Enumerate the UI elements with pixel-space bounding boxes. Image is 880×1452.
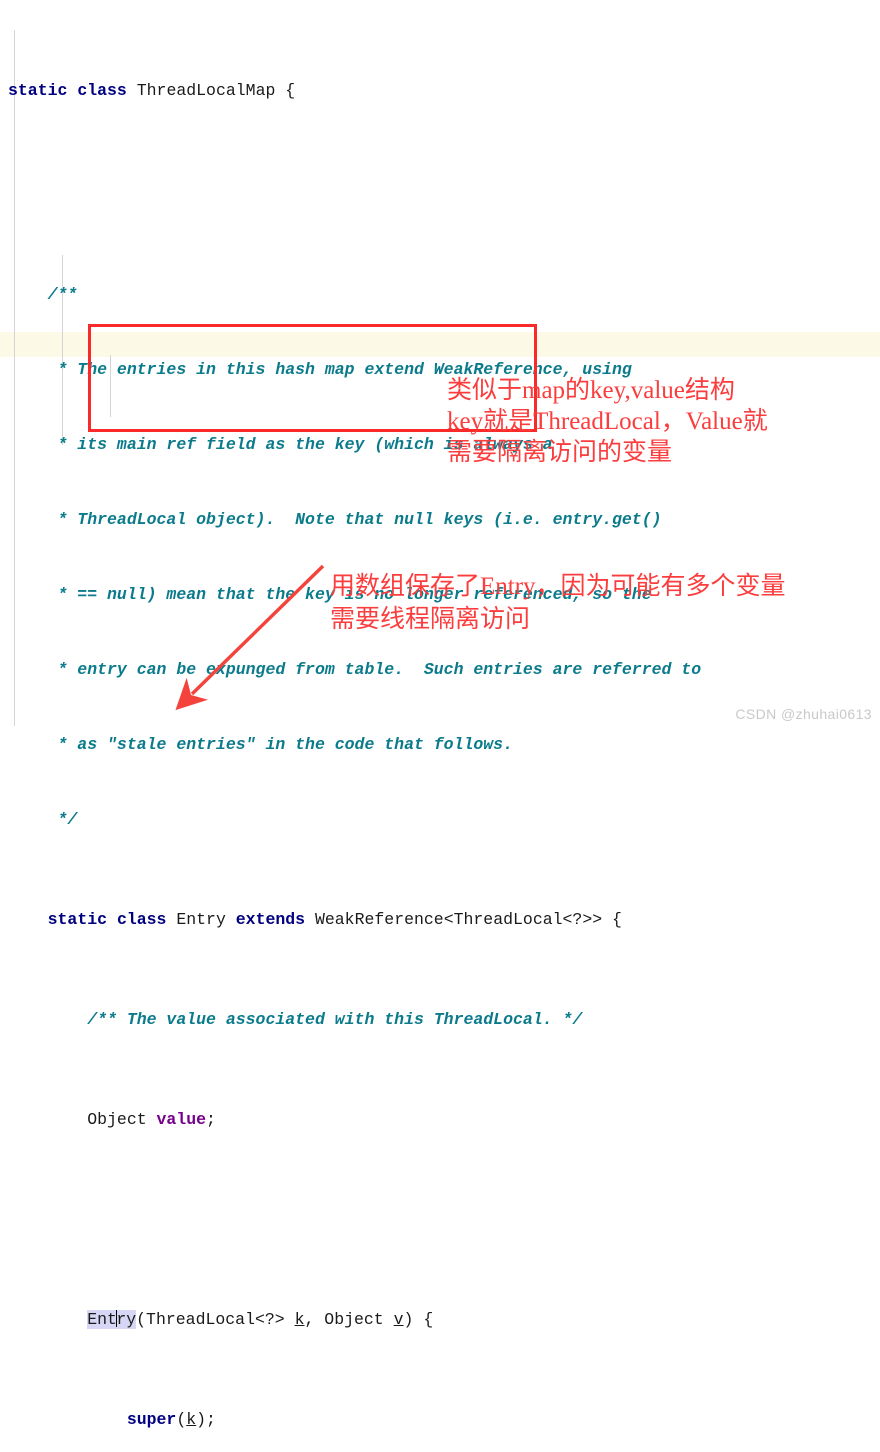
watermark-csdn: CSDN @zhuhai0613 [735, 706, 872, 722]
paren-open: ( [176, 1410, 187, 1429]
keyword-class: class [77, 81, 127, 100]
keyword-extends: extends [235, 910, 306, 929]
ctor-params-close: ) { [403, 1310, 434, 1329]
selection-part-1: Ent [87, 1310, 117, 1329]
paren-close: ); [196, 1410, 216, 1429]
code-content[interactable]: static class ThreadLocalMap { /** * The … [0, 0, 880, 1452]
code-line-10: */ [0, 807, 880, 832]
code-line-13: Object value; [0, 1107, 880, 1132]
code-line-4: * The entries in this hash map extend We… [0, 357, 880, 382]
keyword-super: super [126, 1410, 177, 1429]
field-value: value [156, 1110, 207, 1129]
arg-k: k [186, 1410, 197, 1429]
keyword-static: static [8, 81, 68, 100]
param-v: v [393, 1310, 404, 1329]
ctor-params-mid: , Object [304, 1310, 394, 1329]
code-line-12: /** The value associated with this Threa… [0, 1007, 880, 1032]
code-line-1: static class ThreadLocalMap { [0, 75, 880, 107]
code-line-11: static class Entry extends WeakReference… [0, 907, 880, 932]
code-line-15[interactable]: Entry(ThreadLocal<?> k, Object v) { [0, 1307, 880, 1332]
keyword-class: class [116, 910, 167, 929]
code-line-16: super(k); [0, 1407, 880, 1432]
comment-text: /** The value associated with this Threa… [8, 1010, 583, 1029]
comment-close: */ [8, 810, 78, 829]
code-editor[interactable]: static class ThreadLocalMap { /** * The … [0, 0, 880, 1429]
comment-text: * entry can be expunged from table. Such… [8, 660, 702, 679]
selected-identifier-entry[interactable]: Entry [87, 1310, 137, 1329]
code-line-6: * ThreadLocal object). Note that null ke… [0, 507, 880, 532]
comment-text: * ThreadLocal object). Note that null ke… [8, 510, 662, 529]
code-line-9: * as "stale entries" in the code that fo… [0, 732, 880, 757]
comment-text: * == null) mean that the key is no longe… [8, 585, 652, 604]
class-name-entry: Entry [166, 910, 236, 929]
class-name-threadlocalmap: ThreadLocalMap { [126, 81, 296, 100]
code-line-8: * entry can be expunged from table. Such… [0, 657, 880, 682]
type-object: Object [87, 1110, 157, 1129]
code-line-7: * == null) mean that the key is no longe… [0, 582, 880, 607]
semicolon: ; [206, 1110, 216, 1129]
keyword-static: static [47, 910, 108, 929]
comment-text: * The entries in this hash map extend We… [8, 360, 632, 379]
comment-text: * its main ref field as the key (which i… [8, 435, 553, 454]
code-line-5: * its main ref field as the key (which i… [0, 432, 880, 457]
ctor-params-open: (ThreadLocal<?> [136, 1310, 295, 1329]
code-line-3: /** [0, 282, 880, 307]
comment-text: * as "stale entries" in the code that fo… [8, 735, 513, 754]
param-k: k [294, 1310, 305, 1329]
selection-part-2: ry [116, 1310, 137, 1329]
superclass-weakreference: WeakReference<ThreadLocal<?>> { [305, 910, 622, 929]
comment-open: /** [8, 285, 78, 304]
